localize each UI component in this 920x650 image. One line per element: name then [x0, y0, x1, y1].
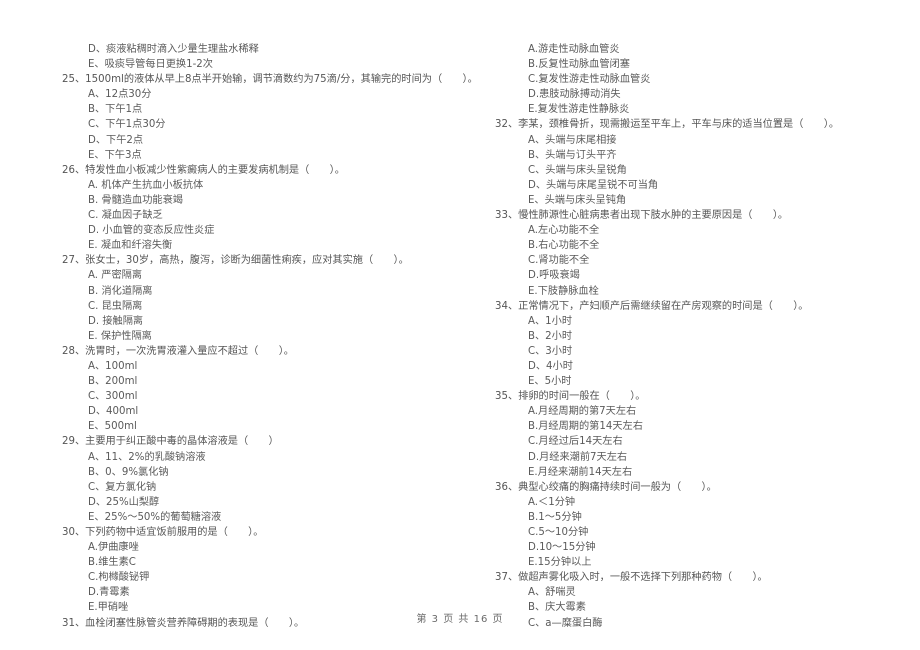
orphan-options-left: D、痰液粘稠时滴入少量生理盐水稀释 E、吸痰导管每日更换1-2次	[50, 42, 470, 72]
option-item: B、200ml	[88, 376, 138, 388]
question-stem: 35、排卵的时间一般在（ ）。	[495, 391, 646, 403]
option-item: B.1～5分钟	[528, 511, 582, 523]
question-35: 35、排卵的时间一般在（ ）。 A.月经周期的第7天左右 B.月经周期的第14天…	[495, 389, 915, 480]
option-item: E、5小时	[528, 376, 572, 388]
option-item: D、400ml	[88, 406, 139, 418]
option-item: D.月经来潮前7天左右	[528, 451, 628, 463]
option-item: A、头端与床尾相接	[528, 134, 617, 146]
option-item: E、25%～50%的葡萄糖溶液	[88, 511, 222, 523]
option-item: A、100ml	[88, 360, 138, 372]
option-item: C. 昆虫隔离	[88, 300, 143, 312]
option-item: C、复方氯化钠	[88, 481, 157, 493]
option-item: D. 接触隔离	[88, 315, 144, 327]
option-item: D、头端与床尾呈锐不可当角	[528, 179, 659, 191]
option-item: C.月经过后14天左右	[528, 436, 623, 448]
option-item: C.肾功能不全	[528, 255, 590, 267]
question-29: 29、主要用于纠正酸中毒的晶体溶液是（ ） A、11、2%的乳酸钠溶液 B、0、…	[50, 434, 470, 525]
option-item: B、头端与订头平齐	[528, 149, 617, 161]
option-item: B、2小时	[528, 330, 573, 342]
option-item: D、痰液粘稠时滴入少量生理盐水稀释	[88, 44, 259, 55]
question-stem: 36、典型心绞痛的胸痛持续时间一般为（ ）。	[495, 481, 717, 493]
option-item: D、4小时	[528, 360, 573, 372]
question-30: 30、下列药物中适宜饭前服用的是（ ）。 A.伊曲康唑 B.维生素C C.枸橼酸…	[50, 525, 470, 616]
question-36: 36、典型心绞痛的胸痛持续时间一般为（ ）。 A.＜1分钟 B.1～5分钟 C.…	[495, 480, 915, 571]
page-footer: 第 3 页 共 16 页	[416, 614, 504, 625]
question-stem: 27、张女士，30岁，高热，腹泻，诊断为细菌性痢疾，应对其实施（ ）。	[62, 255, 409, 267]
option-item: C、300ml	[88, 391, 138, 403]
question-26: 26、特发性血小板减少性紫癜病人的主要发病机制是（ ）。 A. 机体产生抗血小板…	[50, 163, 470, 254]
option-item: C、头端与床头呈锐角	[528, 164, 627, 176]
question-stem: 26、特发性血小板减少性紫癜病人的主要发病机制是（ ）。	[62, 164, 345, 176]
option-item: A.＜1分钟	[528, 496, 576, 508]
option-item: E. 保护性隔离	[88, 330, 152, 342]
question-stem: 25、1500ml的液体从早上8点半开始输，调节滴数约为75滴/分，其输完的时间…	[62, 74, 478, 86]
right-column: A.游走性动脉血管炎 B.反复性动脉血管闭塞 C.复发性游走性动脉血管炎 D.患…	[495, 42, 915, 631]
option-item: D. 小血管的变态反应性炎症	[88, 225, 215, 237]
option-item: A.游走性动脉血管炎	[528, 44, 620, 55]
option-item: B、下午1点	[88, 104, 143, 116]
two-column-body: D、痰液粘稠时滴入少量生理盐水稀释 E、吸痰导管每日更换1-2次 25、1500…	[0, 42, 920, 631]
option-item: C. 凝血因子缺乏	[88, 210, 163, 222]
option-item: E、头端与床头呈钝角	[528, 194, 627, 206]
question-stem: 37、做超声雾化吸入时，一般不选择下列那种药物（ ）。	[495, 572, 768, 584]
option-item: A. 严密隔离	[88, 270, 143, 282]
question-32: 32、李某，颈椎骨折，现需搬运至平车上，平车与床的适当位置是（ ）。 A、头端与…	[495, 117, 915, 208]
option-item: D.患肢动脉搏动消失	[528, 89, 621, 101]
option-item: E、下午3点	[88, 149, 142, 161]
option-item: A. 机体产生抗血小板抗体	[88, 179, 204, 191]
option-item: D、25%山梨醇	[88, 496, 160, 508]
option-item: E.下肢静脉血栓	[528, 285, 599, 297]
left-column: D、痰液粘稠时滴入少量生理盐水稀释 E、吸痰导管每日更换1-2次 25、1500…	[50, 42, 478, 631]
option-item: A.月经周期的第7天左右	[528, 406, 637, 418]
option-item: B.右心功能不全	[528, 240, 600, 252]
option-item: C.枸橼酸铋钾	[88, 572, 150, 584]
option-item: D.呼吸衰竭	[528, 270, 580, 282]
question-stem: 30、下列药物中适宜饭前服用的是（ ）。	[62, 527, 264, 538]
option-item: C、3小时	[528, 345, 573, 357]
option-item: E. 凝血和纤溶失衡	[88, 240, 173, 252]
option-item: A、舒喘灵	[528, 587, 576, 599]
option-item: D.青霉素	[88, 587, 130, 599]
option-item: C.5～10分钟	[528, 527, 589, 538]
option-item: A、11、2%的乳酸钠溶液	[88, 451, 206, 463]
question-stem: 28、洗胃时，一次洗胃液灌入量应不超过（ ）。	[62, 345, 294, 357]
option-item: A、1小时	[528, 315, 573, 327]
question-34: 34、正常情况下，产妇顺产后需继续留在产房观察的时间是（ ）。 A、1小时 B、…	[495, 299, 915, 390]
option-item: E.复发性游走性静脉炎	[528, 104, 630, 116]
option-item: C.复发性游走性动脉血管炎	[528, 74, 651, 86]
question-stem: 32、李某，颈椎骨折，现需搬运至平车上，平车与床的适当位置是（ ）。	[495, 119, 840, 131]
option-item: B. 骨髓造血功能衰竭	[88, 194, 183, 206]
option-item: B. 消化道隔离	[88, 285, 153, 297]
option-item: E.月经来潮前14天左右	[528, 466, 633, 478]
question-27: 27、张女士，30岁，高热，腹泻，诊断为细菌性痢疾，应对其实施（ ）。 A. 严…	[50, 253, 470, 344]
option-item: E、吸痰导管每日更换1-2次	[88, 59, 213, 71]
option-item: D、下午2点	[88, 134, 144, 146]
option-item: A.伊曲康唑	[88, 542, 139, 554]
question-33: 33、慢性肺源性心脏病患者出现下肢水肿的主要原因是（ ）。 A.左心功能不全 B…	[495, 208, 915, 299]
question-28: 28、洗胃时，一次洗胃液灌入量应不超过（ ）。 A、100ml B、200ml …	[50, 344, 470, 435]
question-stem: 34、正常情况下，产妇顺产后需继续留在产房观察的时间是（ ）。	[495, 300, 809, 312]
question-stem: 29、主要用于纠正酸中毒的晶体溶液是（ ）	[62, 436, 279, 448]
option-item: B.维生素C	[88, 557, 136, 569]
option-item: E、500ml	[88, 421, 137, 433]
question-stem: 33、慢性肺源性心脏病患者出现下肢水肿的主要原因是（ ）。	[495, 210, 789, 222]
document-page: D、痰液粘稠时滴入少量生理盐水稀释 E、吸痰导管每日更换1-2次 25、1500…	[0, 0, 920, 650]
option-item: A、12点30分	[88, 89, 152, 101]
question-25: 25、1500ml的液体从早上8点半开始输，调节滴数约为75滴/分，其输完的时间…	[50, 72, 478, 163]
option-item: C、下午1点30分	[88, 119, 166, 131]
option-item: B.反复性动脉血管闭塞	[528, 59, 630, 71]
option-item: B.月经周期的第14天左右	[528, 421, 643, 433]
option-item: B、0、9%氯化钠	[88, 466, 169, 478]
option-item: D.10～15分钟	[528, 542, 596, 554]
option-item: A.左心功能不全	[528, 225, 600, 237]
orphan-options-right: A.游走性动脉血管炎 B.反复性动脉血管闭塞 C.复发性游走性动脉血管炎 D.患…	[495, 42, 915, 117]
option-item: E.15分钟以上	[528, 557, 592, 569]
